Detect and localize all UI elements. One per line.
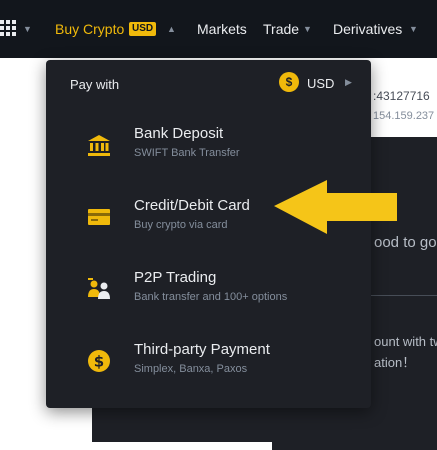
nav-buy-crypto[interactable]: Buy Crypto [55,21,124,37]
nav-derivatives[interactable]: Derivatives [333,21,402,37]
card-icon [88,209,110,225]
dollar-coin-icon: $ [88,350,110,372]
nav-markets[interactable]: Markets [197,21,247,37]
option-title: Third-party Payment [134,341,270,358]
security-text-line1: ount with tw [374,334,437,349]
chevron-right-icon[interactable]: ▶ [345,77,352,88]
chevron-down-icon: ▼ [303,24,312,34]
chevron-down-icon: ▼ [409,24,418,34]
pay-with-label: Pay with [70,77,120,92]
option-title: Credit/Debit Card [134,197,250,214]
option-subtitle: Simplex, Banxa, Paxos [134,363,248,375]
option-title: P2P Trading [134,269,217,286]
currency-badge: USD [129,22,157,36]
svg-text:$: $ [94,353,104,371]
option-p2p-trading[interactable]: P2P Trading Bank transfer and 100+ optio… [46,262,371,324]
apps-grid-icon[interactable] [0,20,16,36]
option-third-party-payment[interactable]: $ Third-party Payment Simplex, Banxa, Pa… [46,334,371,396]
option-subtitle: SWIFT Bank Transfer [134,147,240,159]
top-nav-bar: ▼ Buy Crypto USD ▲ Markets Trade ▼ Deriv… [0,0,437,58]
dollar-coin-icon[interactable]: $ [279,72,299,92]
p2p-icon [88,278,110,299]
option-subtitle: Bank transfer and 100+ options [134,291,288,303]
option-subtitle: Buy crypto via card [134,219,228,231]
pointer-arrow-icon [274,180,397,234]
bank-icon [88,135,110,156]
security-text-line2: ation！ [374,355,416,370]
chevron-up-icon: ▲ [167,24,176,34]
currency-selector[interactable]: USD [307,76,334,91]
apps-caret-icon: ▼ [23,24,32,34]
option-title: Bank Deposit [134,125,224,142]
user-id-text: :43127716 [373,89,430,103]
option-bank-deposit[interactable]: Bank Deposit SWIFT Bank Transfer [46,118,371,180]
nav-trade[interactable]: Trade [263,21,299,37]
ip-address-text: 154.159.237 [373,110,435,122]
